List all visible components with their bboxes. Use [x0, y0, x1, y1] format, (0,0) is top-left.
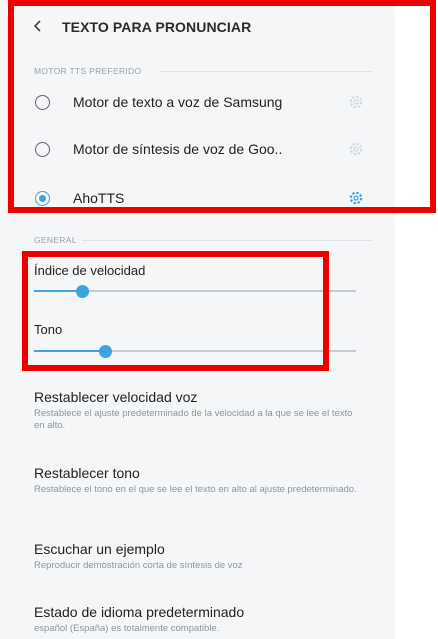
gear-icon[interactable]	[348, 141, 364, 157]
page-title: TEXTO PARA PRONUNCIAR	[62, 19, 252, 35]
speech-rate-slider[interactable]	[34, 284, 356, 299]
item-subtitle: español (España) es totalmente compatibl…	[34, 623, 220, 634]
slider-thumb[interactable]	[76, 285, 89, 298]
slider-thumb[interactable]	[99, 345, 112, 358]
tts-engine-row-samsung[interactable]: Motor de texto a voz de Samsung	[0, 85, 395, 121]
item-title: Restablecer tono	[34, 465, 140, 481]
gear-icon[interactable]	[348, 94, 364, 110]
item-title: Escuchar un ejemplo	[34, 541, 165, 557]
listen-example-item[interactable]: Escuchar un ejemplo Reproducir demostrac…	[34, 541, 359, 572]
back-arrow-icon[interactable]	[30, 18, 46, 34]
tts-engine-row-ahotts[interactable]: AhoTTS	[0, 182, 395, 218]
section-heading-tts: MOTOR TTS PREFERIDO	[34, 66, 142, 76]
slider-track-fill	[34, 350, 105, 352]
tts-engine-label: AhoTTS	[73, 190, 125, 206]
gear-icon[interactable]	[348, 190, 364, 206]
radio-button[interactable]	[35, 142, 50, 157]
tts-engine-row-google[interactable]: Motor de síntesis de voz de Goo..	[0, 132, 395, 168]
speech-rate-label: Índice de velocidad	[34, 263, 146, 278]
pitch-label: Tono	[34, 322, 63, 337]
pitch-slider[interactable]	[34, 344, 356, 359]
item-subtitle: Restablece el ajuste predeterminado de l…	[34, 408, 353, 431]
reset-pitch-item[interactable]: Restablecer tono Restablece el tono en e…	[34, 465, 359, 496]
section-divider	[160, 71, 372, 72]
tts-engine-label: Motor de síntesis de voz de Goo..	[73, 141, 283, 157]
slider-track-fill	[34, 290, 82, 292]
item-subtitle: Restablece el tono en el que se lee el t…	[34, 484, 357, 495]
tts-engine-label: Motor de texto a voz de Samsung	[73, 94, 283, 110]
section-heading-general: GENERAL	[34, 235, 77, 245]
item-subtitle: Reproducir demostración corta de síntesi…	[34, 560, 243, 571]
item-title: Restablecer velocidad voz	[34, 389, 198, 405]
radio-button[interactable]	[35, 95, 50, 110]
section-divider	[82, 240, 372, 241]
reset-speech-rate-item[interactable]: Restablecer velocidad voz Restablece el …	[34, 389, 359, 431]
default-language-status-item[interactable]: Estado de idioma predeterminado español …	[34, 604, 359, 635]
settings-panel: TEXTO PARA PRONUNCIAR MOTOR TTS PREFERID…	[0, 0, 395, 639]
radio-button-selected[interactable]	[35, 191, 50, 206]
item-title: Estado de idioma predeterminado	[34, 604, 245, 620]
